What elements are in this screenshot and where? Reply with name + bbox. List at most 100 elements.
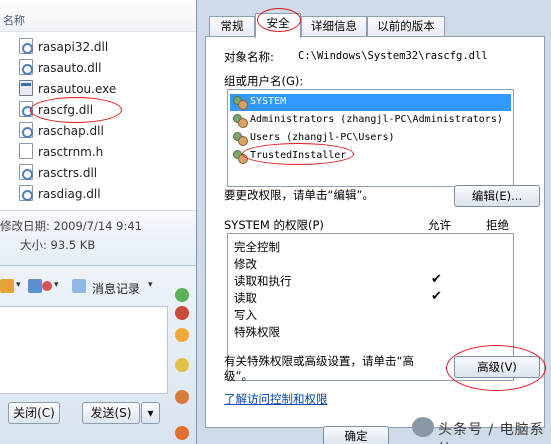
object-name-label: 对象名称: (224, 50, 274, 64)
permission-name: 修改 (234, 257, 257, 271)
permission-name: 读取 (234, 291, 257, 305)
security-panel: 对象名称: C:\Windows\System32\rascfg.dll 组或用… (205, 36, 546, 428)
user-item-users[interactable]: Users (zhangjl-PC\Users) (230, 130, 511, 147)
record-icon[interactable] (42, 281, 52, 291)
user-item-administrators[interactable]: Administrators (zhangjl-PC\Administrator… (230, 112, 511, 129)
exe-file-icon (19, 80, 33, 96)
contact-sidebar (170, 286, 196, 444)
permission-row: 读取和执行 ✔ (228, 272, 513, 289)
star-icon[interactable] (175, 328, 189, 342)
send-options-dropdown[interactable]: ▾ (141, 402, 160, 424)
tab-details[interactable]: 详细信息 (301, 16, 367, 37)
dll-file-icon (19, 59, 33, 75)
advanced-button[interactable]: 高级(V) (454, 356, 540, 378)
user-item-system[interactable]: SYSTEM (230, 94, 511, 111)
allow-check-icon: ✔ (431, 289, 442, 304)
user-name: TrustedInstaller (250, 150, 347, 161)
column-header-name: 名称 (3, 14, 25, 27)
edit-button[interactable]: 编辑(E)... (454, 185, 540, 207)
details-pane: 修改日期: 2009/7/14 9:41 大小: 93.5 KB (0, 210, 196, 265)
tab-strip: 常规 安全 详细信息 以前的版本 (205, 0, 545, 38)
avatar[interactable] (175, 288, 189, 302)
dll-file-icon (19, 185, 33, 201)
file-item[interactable]: raschap.dll (0, 120, 196, 141)
chart-icon[interactable] (0, 279, 14, 293)
file-item[interactable]: rasapi32.dll (0, 36, 196, 57)
chevron-down-icon[interactable]: ▾ (16, 280, 21, 290)
group-users-label: 组或用户名(G): (224, 74, 304, 88)
permission-name: 特殊权限 (234, 325, 280, 339)
learn-access-control-link[interactable]: 了解访问控制和权限 (224, 391, 328, 407)
permission-row: 修改 (228, 255, 513, 272)
user-name: Users (zhangjl-PC\Users) (250, 132, 395, 143)
chat-window: ▾ ▾ 消息记录 ▾ 关闭(C) 发送(S) ▾ (0, 265, 196, 444)
ok-button[interactable]: 确定 (323, 426, 389, 444)
user-name: Administrators (zhangjl-PC\Administrator… (250, 114, 503, 125)
file-item-selected[interactable]: rascfg.dll (0, 99, 196, 120)
file-name: rasautou.exe (38, 82, 117, 96)
user-group-icon (232, 113, 248, 128)
close-button[interactable]: 关闭(C) (8, 402, 60, 424)
file-name: rascfg.dll (38, 103, 94, 117)
advanced-hint-line1: 有关特殊权限或高级设置，请单击“高 (224, 354, 414, 368)
allow-check-icon: ✔ (431, 272, 442, 287)
file-name: rasctrs.dll (38, 166, 98, 180)
watermark: 头条号 / 电脑系统 (412, 414, 548, 444)
file-item[interactable]: rasctrnm.h (0, 141, 196, 162)
permission-row: 特殊权限 (228, 323, 513, 340)
file-item[interactable]: rasautou.exe (0, 78, 196, 99)
file-name: rasauto.dll (38, 61, 102, 75)
user-item-trustedinstaller[interactable]: TrustedInstaller (230, 148, 511, 165)
dll-file-icon (19, 164, 33, 180)
user-group-icon (232, 95, 248, 110)
tab-security[interactable]: 安全 (255, 13, 301, 38)
permission-name: 读取和执行 (234, 274, 292, 288)
dll-file-icon (19, 38, 33, 54)
properties-dialog: 常规 安全 详细信息 以前的版本 对象名称: C:\Windows\System… (196, 0, 551, 444)
blank-file-icon (19, 143, 33, 159)
avatar[interactable] (175, 426, 189, 440)
chevron-down-icon[interactable]: ▾ (148, 280, 153, 290)
permission-row: 读取 ✔ (228, 289, 513, 306)
file-item[interactable]: rasdiag.dll (0, 183, 196, 204)
allow-header: 允许 (428, 218, 451, 232)
edit-hint: 要更改权限，请单击“编辑”。 (224, 188, 374, 202)
avatar[interactable] (175, 306, 189, 320)
file-name: raschap.dll (38, 124, 104, 138)
message-history-icon[interactable] (72, 279, 86, 293)
file-name: rasctrnm.h (38, 145, 104, 159)
star-icon[interactable] (175, 390, 189, 404)
permission-row: 写入 (228, 306, 513, 323)
chevron-down-icon[interactable]: ▾ (54, 280, 59, 290)
watermark-logo-icon (412, 417, 434, 437)
user-list: SYSTEM Administrators (zhangjl-PC\Admini… (227, 89, 514, 187)
object-name-value: C:\Windows\System32\rascfg.dll (298, 50, 488, 62)
chat-toolbar: ▾ ▾ 消息记录 ▾ (0, 274, 168, 300)
user-group-icon (232, 131, 248, 146)
file-item[interactable]: rasctrs.dll (0, 162, 196, 183)
watermark-text: 头条号 / 电脑系统 (438, 422, 545, 444)
dll-file-icon (19, 122, 33, 138)
user-name: SYSTEM (250, 96, 287, 107)
file-name: rasdiag.dll (38, 187, 101, 201)
permissions-title: SYSTEM 的权限(P) (224, 218, 324, 232)
file-item[interactable]: rasauto.dll (0, 57, 196, 78)
message-input[interactable] (0, 306, 168, 394)
modified-date: 修改日期: 2009/7/14 9:41 (0, 219, 142, 233)
send-button[interactable]: 发送(S) (82, 402, 140, 424)
deny-header: 拒绝 (486, 218, 509, 232)
permission-name: 完全控制 (234, 240, 280, 254)
message-history-label[interactable]: 消息记录 (92, 280, 140, 297)
tab-general[interactable]: 常规 (209, 16, 255, 37)
tab-previous-versions[interactable]: 以前的版本 (367, 16, 445, 37)
file-name: rasapi32.dll (38, 40, 109, 54)
permission-row: 完全控制 (228, 238, 513, 255)
image-icon[interactable] (28, 279, 42, 293)
explorer-pane: 名称 rasapi32.dll rasauto.dll rasautou.exe… (0, 0, 196, 265)
user-group-icon (232, 149, 248, 164)
dll-file-icon (19, 101, 33, 117)
permission-name: 写入 (234, 308, 257, 322)
avatar[interactable] (175, 358, 189, 372)
advanced-hint-line2: 级”。 (224, 369, 253, 383)
column-header[interactable]: 名称 (0, 0, 196, 32)
